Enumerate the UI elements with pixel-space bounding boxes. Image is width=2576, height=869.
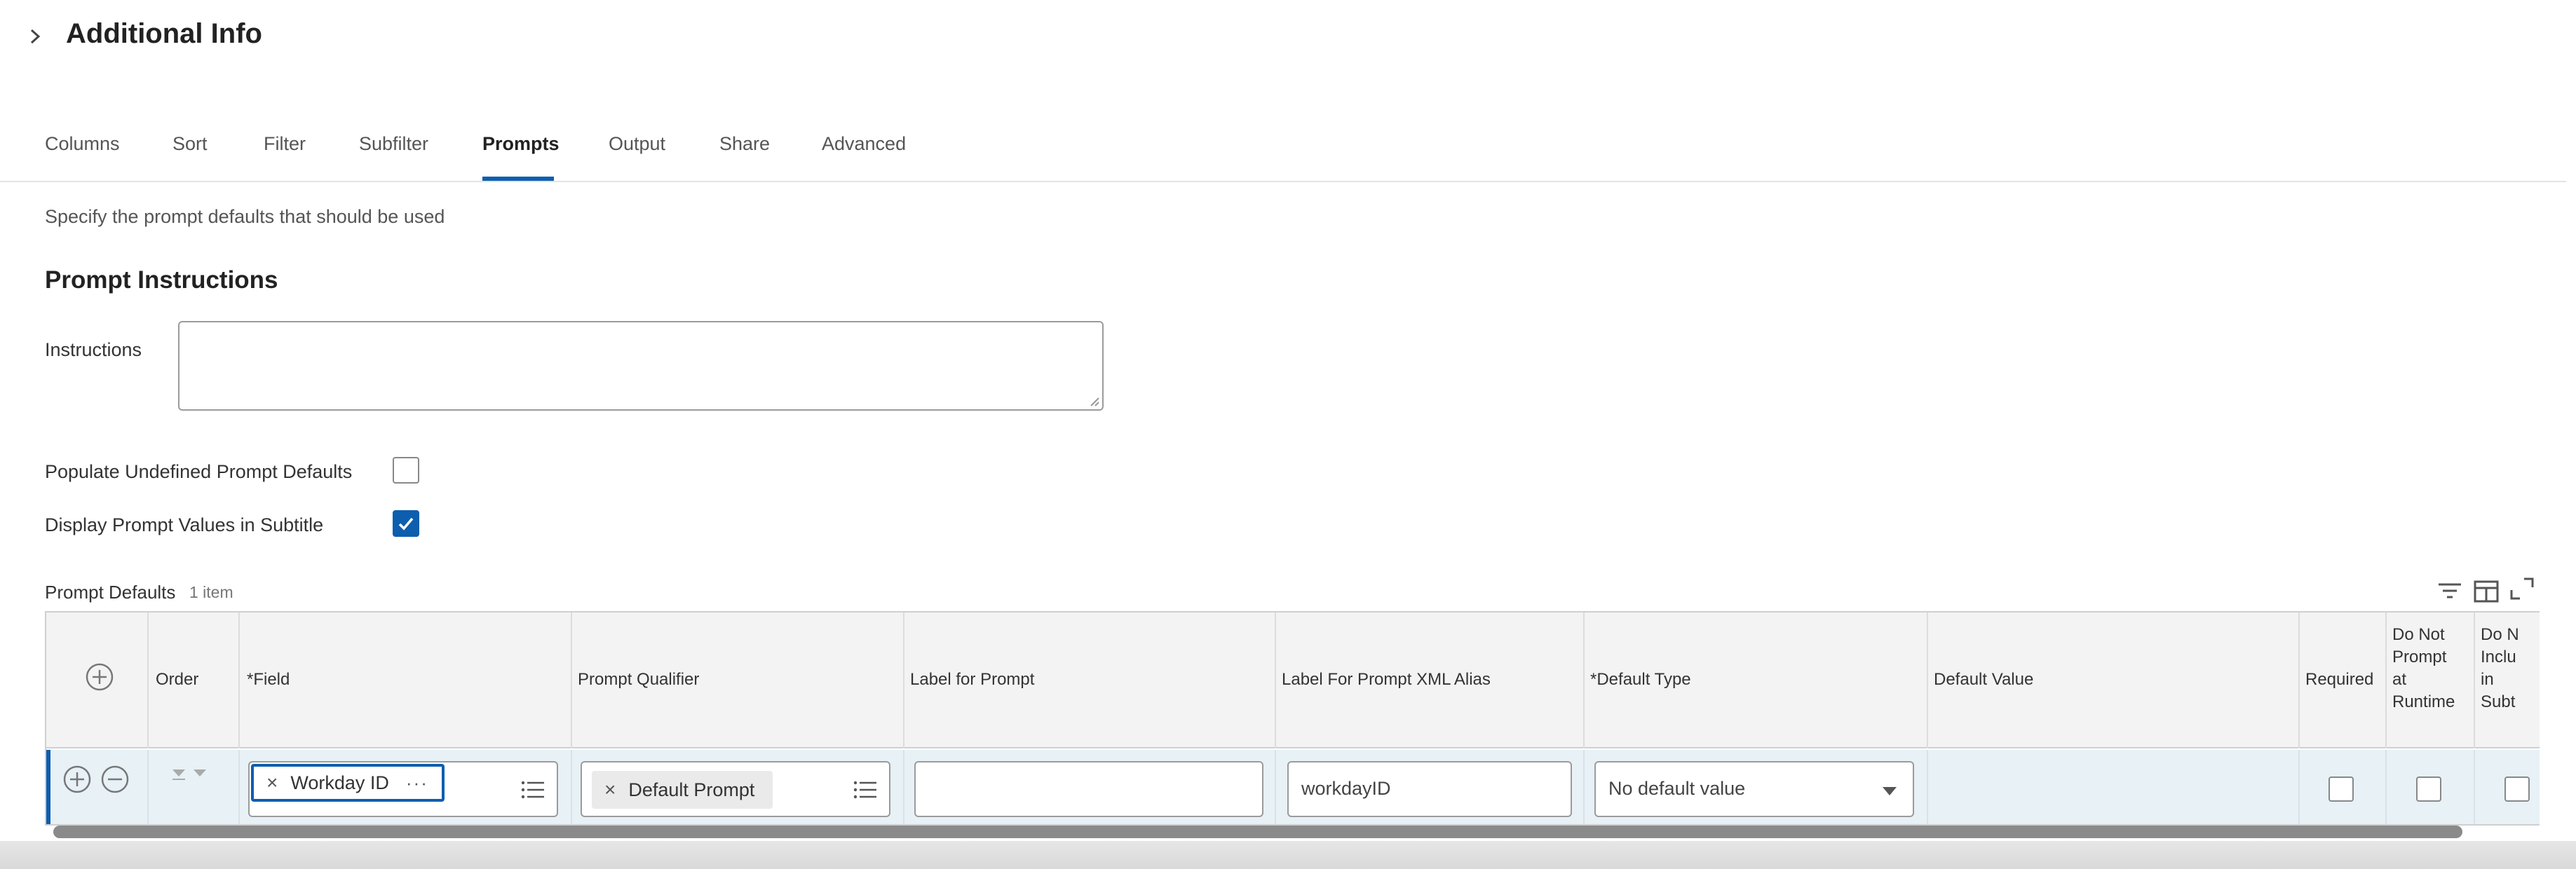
plus-circle-icon[interactable]	[84, 662, 115, 692]
field-input[interactable]: × Workday ID ···	[248, 761, 558, 817]
tab-columns[interactable]: Columns	[45, 133, 120, 155]
populate-defaults-checkbox[interactable]	[393, 457, 419, 484]
required-checkbox[interactable]	[2328, 776, 2354, 802]
column-header-xml-alias[interactable]: Label For Prompt XML Alias	[1282, 669, 1491, 691]
column-header-order[interactable]: Order	[156, 669, 198, 691]
qualifier-value-pill[interactable]: × Default Prompt	[592, 771, 773, 809]
list-icon[interactable]	[520, 779, 545, 800]
section-heading: Prompt Instructions	[45, 266, 278, 294]
label-for-prompt-input[interactable]	[914, 761, 1263, 817]
xml-alias-input[interactable]: workdayID	[1287, 761, 1572, 817]
populate-defaults-label: Populate Undefined Prompt Defaults	[45, 461, 353, 482]
instructions-label: Instructions	[45, 339, 142, 360]
close-icon[interactable]: ×	[266, 772, 278, 794]
column-header-default-type[interactable]: *Default Type	[1590, 669, 1691, 691]
list-icon[interactable]	[853, 779, 878, 800]
item-count: 1 item	[189, 583, 233, 601]
reorder-arrows-icon[interactable]	[170, 765, 209, 785]
minus-circle-icon[interactable]	[100, 764, 130, 795]
instructions-textarea[interactable]	[178, 321, 1104, 411]
tab-prompts[interactable]: Prompts	[482, 133, 560, 155]
filter-icon[interactable]	[2436, 579, 2464, 604]
tab-bar: Columns Sort Filter Subfilter Prompts Ou…	[0, 126, 2566, 182]
tab-output[interactable]: Output	[609, 133, 665, 155]
do-not-prompt-checkbox[interactable]	[2416, 776, 2441, 802]
prompt-defaults-grid: Order *Field Prompt Qualifier Label for …	[45, 611, 2540, 826]
display-subtitle-label: Display Prompt Values in Subtitle	[45, 514, 324, 535]
expand-icon[interactable]	[2509, 576, 2537, 601]
page-title: Additional Info	[66, 18, 262, 49]
column-header-default-value[interactable]: Default Value	[1934, 669, 2033, 691]
column-header-prompt-qualifier[interactable]: Prompt Qualifier	[578, 669, 699, 691]
close-icon[interactable]: ×	[604, 779, 616, 801]
tab-share[interactable]: Share	[719, 133, 770, 155]
column-header-do-not-include[interactable]: Do N Inclu in Subt	[2481, 624, 2519, 713]
check-icon	[398, 517, 414, 531]
prompt-defaults-label: Prompt Defaults	[45, 582, 176, 603]
do-not-include-checkbox[interactable]	[2504, 776, 2530, 802]
window-bottom-edge	[0, 841, 2576, 869]
horizontal-scrollbar[interactable]	[53, 826, 2462, 838]
active-tab-indicator	[482, 177, 554, 181]
columns-icon[interactable]	[2472, 579, 2500, 604]
tab-sort[interactable]: Sort	[172, 133, 208, 155]
more-icon[interactable]: ···	[406, 772, 428, 794]
prompt-qualifier-input[interactable]: × Default Prompt	[581, 761, 890, 817]
column-header-required[interactable]: Required	[2305, 669, 2373, 691]
column-header-field[interactable]: *Field	[247, 669, 290, 691]
page-description: Specify the prompt defaults that should …	[45, 206, 445, 227]
default-type-select[interactable]: No default value	[1594, 761, 1914, 817]
display-subtitle-checkbox[interactable]	[393, 510, 419, 537]
caret-down-icon	[1883, 787, 1897, 795]
column-header-label-for-prompt[interactable]: Label for Prompt	[910, 669, 1034, 691]
chevron-right-icon[interactable]	[27, 24, 43, 49]
resize-handle-icon[interactable]	[1090, 397, 1099, 406]
tab-filter[interactable]: Filter	[264, 133, 306, 155]
field-value-pill[interactable]: × Workday ID ···	[251, 764, 445, 802]
column-header-do-not-prompt[interactable]: Do Not Prompt at Runtime	[2392, 624, 2455, 713]
tab-subfilter[interactable]: Subfilter	[359, 133, 428, 155]
tab-advanced[interactable]: Advanced	[822, 133, 906, 155]
plus-circle-icon[interactable]	[62, 764, 93, 795]
